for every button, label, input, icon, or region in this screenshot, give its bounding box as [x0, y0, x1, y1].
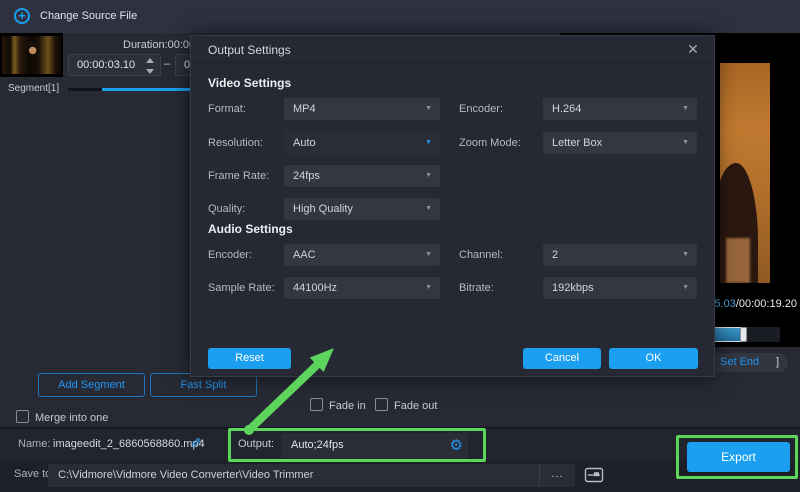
video-settings-heading: Video Settings: [208, 76, 291, 90]
bitrate-label: Bitrate:: [459, 282, 494, 294]
add-source-icon[interactable]: +: [14, 8, 30, 24]
resolution-dropdown[interactable]: Auto ▼: [284, 132, 440, 154]
format-label: Format:: [208, 103, 246, 115]
format-value: MP4: [293, 103, 316, 115]
video-encoder-label: Encoder:: [459, 103, 503, 115]
dialog-title: Output Settings: [208, 43, 291, 57]
zoom-mode-label: Zoom Mode:: [459, 137, 521, 149]
sample-rate-dropdown[interactable]: 44100Hz ▼: [284, 277, 440, 299]
add-segment-button[interactable]: Add Segment: [38, 373, 145, 397]
audio-encoder-dropdown[interactable]: AAC ▼: [284, 244, 440, 266]
output-label: Output:: [238, 438, 274, 450]
quality-label: Quality:: [208, 203, 245, 215]
spinner-up-icon[interactable]: [146, 58, 154, 63]
chevron-down-icon: ▼: [682, 132, 689, 154]
channel-label: Channel:: [459, 249, 503, 261]
chevron-down-icon: ▼: [425, 244, 432, 266]
fade-out-checkbox[interactable]: [375, 398, 388, 411]
segment-label: Segment[1]: [8, 83, 59, 94]
duration-label: Duration:00:00: [123, 39, 195, 51]
top-bar: + Change Source File: [0, 0, 800, 33]
bitrate-dropdown[interactable]: 192kbps ▼: [543, 277, 697, 299]
ok-button[interactable]: OK: [609, 348, 698, 369]
cancel-button[interactable]: Cancel: [523, 348, 601, 369]
dialog-header: Output Settings ✕: [191, 36, 714, 63]
segment-progress-track[interactable]: [68, 88, 102, 91]
gear-icon[interactable]: ⚙: [450, 436, 463, 454]
quality-value: High Quality: [293, 203, 353, 215]
bitrate-value: 192kbps: [552, 282, 594, 294]
spinner-down-icon[interactable]: [146, 69, 154, 74]
frame-rate-label: Frame Rate:: [208, 170, 269, 182]
total-time: /00:00:19.20: [736, 298, 797, 310]
chevron-down-icon: ▼: [425, 98, 432, 120]
merge-into-one-label: Merge into one: [35, 412, 108, 424]
video-preview-frame: [720, 63, 770, 283]
set-end-label: Set End: [720, 356, 759, 368]
sample-rate-label: Sample Rate:: [208, 282, 275, 294]
chevron-down-icon: ▼: [682, 244, 689, 266]
file-name: imageedit_2_6860568860.mp4: [53, 438, 205, 450]
reset-button[interactable]: Reset: [208, 348, 291, 369]
save-path-field[interactable]: C:\Vidmore\Vidmore Video Converter\Video…: [48, 464, 575, 487]
start-time-input[interactable]: 00:00:03.10: [68, 54, 161, 76]
audio-encoder-value: AAC: [293, 249, 316, 261]
chevron-down-icon: ▼: [425, 277, 432, 299]
output-settings-dialog: Output Settings ✕ Video Settings Format:…: [190, 35, 715, 377]
chevron-down-icon: ▼: [682, 277, 689, 299]
chevron-down-icon: ▼: [425, 198, 432, 220]
set-end-bracket-right: ]: [776, 356, 779, 368]
quality-dropdown[interactable]: High Quality ▼: [284, 198, 440, 220]
segment-thumbnail-image: [2, 36, 61, 74]
edit-name-icon[interactable]: ✎: [190, 435, 202, 452]
volume-slider-handle[interactable]: [740, 327, 747, 342]
save-bar: Save to: C:\Vidmore\Vidmore Video Conver…: [0, 460, 800, 492]
save-path-value: C:\Vidmore\Vidmore Video Converter\Video…: [58, 469, 313, 481]
audio-encoder-label: Encoder:: [208, 249, 252, 261]
chevron-down-icon: ▼: [682, 98, 689, 120]
resolution-label: Resolution:: [208, 137, 263, 149]
output-format-field[interactable]: Auto;24fps ⚙: [281, 433, 468, 458]
resolution-value: Auto: [293, 137, 316, 149]
channel-value: 2: [552, 249, 558, 261]
open-folder-icon[interactable]: [583, 464, 605, 486]
frame-rate-dropdown[interactable]: 24fps ▼: [284, 165, 440, 187]
audio-settings-heading: Audio Settings: [208, 222, 293, 236]
video-encoder-dropdown[interactable]: H.264 ▼: [543, 98, 697, 120]
segment-thumbnail[interactable]: [0, 33, 63, 77]
zoom-mode-dropdown[interactable]: Letter Box ▼: [543, 132, 697, 154]
chevron-down-icon: ▼: [425, 165, 432, 187]
sample-rate-value: 44100Hz: [293, 282, 337, 294]
fade-in-checkbox[interactable]: [310, 398, 323, 411]
time-spinner[interactable]: [145, 58, 155, 74]
browse-button[interactable]: ...: [539, 464, 575, 487]
output-format-value: Auto;24fps: [291, 439, 344, 451]
video-trimmer-window: + Change Source File Duration:00:00 00:0…: [0, 0, 800, 492]
start-time-value: 00:00:03.10: [77, 59, 135, 71]
frame-rate-value: 24fps: [293, 170, 320, 182]
change-source-file-button[interactable]: Change Source File: [40, 10, 137, 22]
channel-dropdown[interactable]: 2▼: [543, 244, 697, 266]
format-dropdown[interactable]: MP4 ▼: [284, 98, 440, 120]
video-figure-detail: [726, 238, 750, 283]
zoom-mode-value: Letter Box: [552, 137, 602, 149]
video-encoder-value: H.264: [552, 103, 581, 115]
chevron-down-icon: ▼: [425, 132, 432, 154]
export-button[interactable]: Export: [687, 442, 790, 472]
close-icon[interactable]: ✕: [684, 40, 702, 58]
name-label: Name:: [18, 438, 50, 450]
fade-in-label: Fade in: [329, 400, 366, 412]
output-bar: Name: imageedit_2_6860568860.mp4 ✎ Outpu…: [0, 427, 800, 460]
merge-into-one-checkbox[interactable]: [16, 410, 29, 423]
time-range-dash: –: [164, 58, 170, 70]
fade-out-label: Fade out: [394, 400, 437, 412]
